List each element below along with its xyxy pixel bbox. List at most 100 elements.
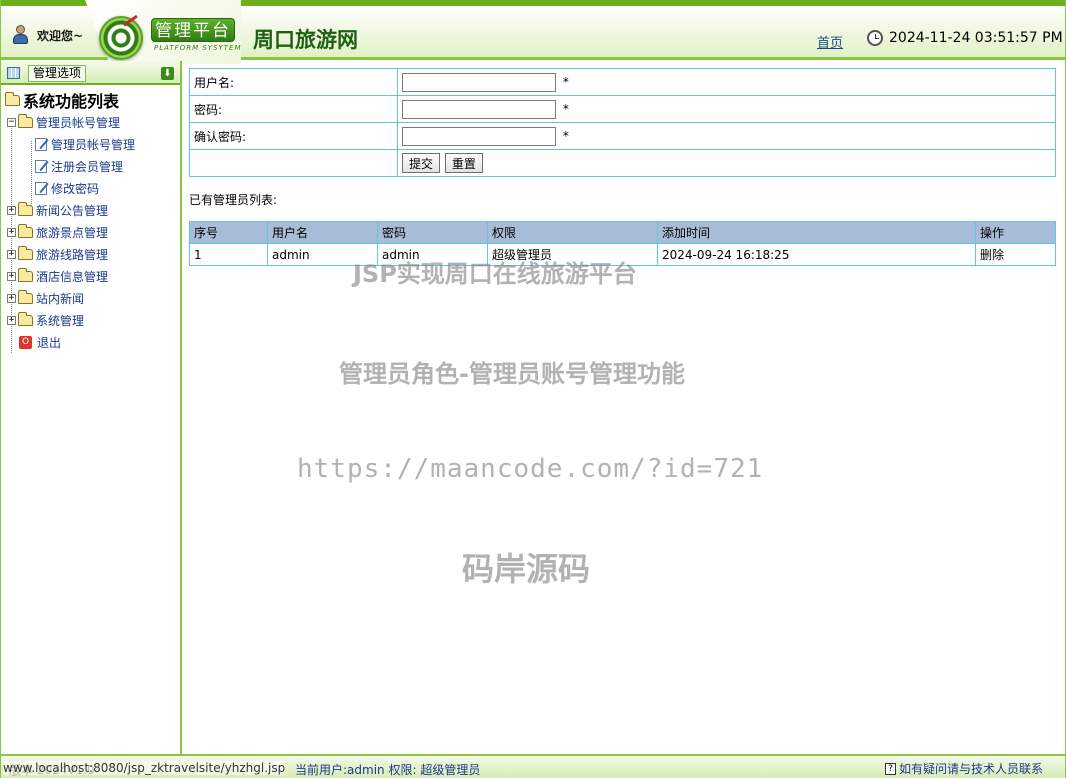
- folder-icon: [18, 201, 33, 216]
- sidebar-subitem-members[interactable]: 注册会员管理: [1, 155, 180, 177]
- delete-link[interactable]: 删除: [975, 243, 1056, 266]
- admin-page: 欢迎您~ 管理平台 PLATFORM SYSYTEM 周口旅游网 首页 2024…: [0, 0, 1066, 778]
- column-header-action: 操作: [975, 221, 1056, 244]
- sidebar-item-attractions[interactable]: + 旅游景点管理: [1, 221, 180, 243]
- edit-note-icon: [35, 159, 47, 173]
- sidebar: 管理选项 ⬇ 系统功能列表 − 管理员帐号管理 管理员帐号管理 注册会员管理 修…: [1, 61, 182, 754]
- help-text: 如有疑问请与技术人员联系: [898, 762, 1043, 776]
- sidebar-item-news[interactable]: + 新闻公告管理: [1, 199, 180, 221]
- collapse-down-icon[interactable]: ⬇: [161, 67, 174, 80]
- sidebar-header: 管理选项 ⬇: [1, 61, 180, 85]
- sidebar-item-label: 旅游景点管理: [36, 225, 109, 240]
- username-label: 用户名:: [189, 68, 398, 96]
- watermark-subtitle: 管理员角色-管理员账号管理功能: [339, 360, 685, 388]
- folder-icon: [18, 289, 33, 304]
- status-url: www.localhost:8080/jsp_zktravelsite/yhzh…: [3, 761, 286, 775]
- sidebar-item-label: 旅游线路管理: [36, 247, 109, 262]
- welcome-area: 欢迎您~: [11, 24, 83, 46]
- column-header-role: 权限: [487, 221, 658, 244]
- sidebar-item-label: 系统管理: [36, 313, 85, 328]
- expand-plus-icon[interactable]: +: [7, 293, 16, 303]
- expand-plus-icon[interactable]: +: [7, 249, 16, 259]
- expand-plus-icon[interactable]: +: [7, 271, 16, 281]
- password-label: 密码:: [189, 95, 398, 123]
- tree-root[interactable]: 系统功能列表: [1, 89, 180, 111]
- function-tree: 系统功能列表 − 管理员帐号管理 管理员帐号管理 注册会员管理 修改密码 + 新…: [1, 85, 180, 353]
- sidebar-item-label: 管理员帐号管理: [36, 115, 121, 130]
- sidebar-item-label: 退出: [37, 335, 62, 350]
- clock-icon: [867, 30, 883, 46]
- cell-role: 超级管理员: [487, 243, 658, 266]
- expand-plus-icon[interactable]: +: [7, 205, 16, 215]
- add-admin-form: 用户名: * 密码: * 确认密码: * 提交 重置: [189, 68, 1056, 177]
- tree-root-label: 系统功能列表: [23, 92, 120, 111]
- top-header: 欢迎您~ 管理平台 PLATFORM SYSYTEM 周口旅游网 首页 2024…: [1, 0, 1065, 64]
- sidebar-item-label: 站内新闻: [36, 291, 85, 306]
- cell-index: 1: [189, 243, 268, 266]
- help-icon: ?: [884, 762, 896, 775]
- confirm-password-label: 确认密码:: [189, 122, 398, 150]
- sidebar-subitem-label: 注册会员管理: [51, 159, 124, 174]
- expand-plus-icon[interactable]: +: [7, 227, 16, 237]
- help-link[interactable]: ? 如有疑问请与技术人员联系: [884, 760, 1043, 777]
- current-datetime: 2024-11-24 03:51:57 PM: [889, 30, 1063, 46]
- required-mark: *: [562, 74, 569, 89]
- user-icon: [11, 24, 31, 46]
- collapse-minus-icon[interactable]: −: [7, 117, 16, 127]
- options-label: 管理选项: [28, 65, 87, 82]
- welcome-text: 欢迎您~: [37, 28, 84, 43]
- target-logo-icon: [99, 14, 143, 60]
- sidebar-subitem-change-password[interactable]: 修改密码: [1, 177, 180, 199]
- username-input[interactable]: [402, 72, 556, 92]
- folder-icon: [18, 245, 33, 260]
- column-header-password: 密码: [377, 221, 488, 244]
- site-title: 周口旅游网: [253, 27, 358, 52]
- main-content: 用户名: * 密码: * 确认密码: * 提交 重置 已有管理员列表: 序号 用…: [189, 68, 1059, 266]
- watermark-brand: 码岸源码: [462, 550, 591, 588]
- current-user-info: 当前用户:admin 权限: 超级管理员: [295, 763, 481, 777]
- column-header-added-time: 添加时间: [657, 221, 976, 244]
- sidebar-item-routes[interactable]: + 旅游线路管理: [1, 243, 180, 265]
- folder-open-icon: [5, 91, 20, 106]
- cell-added-time: 2024-09-24 16:18:25: [657, 243, 976, 266]
- confirm-password-input[interactable]: [402, 126, 556, 146]
- cell-username: admin: [267, 243, 378, 266]
- clock-area: 2024-11-24 03:51:57 PM: [867, 30, 1063, 46]
- sidebar-subitem-label: 管理员帐号管理: [51, 137, 136, 152]
- submit-button[interactable]: 提交: [402, 153, 441, 173]
- sidebar-item-admin-accounts[interactable]: − 管理员帐号管理: [1, 111, 180, 133]
- sidebar-item-label: 新闻公告管理: [36, 203, 109, 218]
- folder-icon: [18, 113, 33, 128]
- sidebar-item-system[interactable]: + 系统管理: [1, 309, 180, 331]
- required-mark: *: [562, 128, 569, 143]
- sidebar-item-exit[interactable]: O 退出: [1, 331, 180, 353]
- platform-logo-subtitle: PLATFORM SYSYTEM: [154, 44, 242, 52]
- edit-note-icon: [35, 137, 47, 151]
- home-link[interactable]: 首页: [817, 32, 843, 51]
- admin-list-title: 已有管理员列表:: [189, 193, 278, 207]
- sidebar-item-hotels[interactable]: + 酒店信息管理: [1, 265, 180, 287]
- folder-icon: [18, 223, 33, 238]
- watermark-url: https://maancode.com/?id=721: [297, 454, 764, 484]
- edit-note-icon: [35, 181, 47, 195]
- expand-plus-icon[interactable]: +: [7, 315, 16, 325]
- required-mark: *: [562, 101, 569, 116]
- exit-icon: O: [19, 335, 32, 349]
- sidebar-subitem-admin-accounts[interactable]: 管理员帐号管理: [1, 133, 180, 155]
- table-row: 1 admin admin 超级管理员 2024-09-24 16:18:25 …: [189, 243, 1056, 266]
- password-input[interactable]: [402, 99, 556, 119]
- cell-password: admin: [377, 243, 488, 266]
- column-header-index: 序号: [189, 221, 268, 244]
- status-footer: 版本 2024V1.0 www.localhost:8080/jsp_zktra…: [1, 754, 1065, 778]
- reset-button[interactable]: 重置: [444, 153, 483, 173]
- sidebar-item-site-news[interactable]: + 站内新闻: [1, 287, 180, 309]
- calendar-icon: [7, 67, 20, 79]
- admin-list-table: 序号 用户名 密码 权限 添加时间 操作 1 admin admin 超级管理员…: [189, 221, 1056, 266]
- sidebar-subitem-label: 修改密码: [51, 181, 100, 196]
- column-header-username: 用户名: [267, 221, 378, 244]
- platform-logo-badge: 管理平台: [151, 18, 235, 42]
- folder-icon: [18, 267, 33, 282]
- table-header-row: 序号 用户名 密码 权限 添加时间 操作: [189, 221, 1056, 244]
- folder-icon: [18, 311, 33, 326]
- sidebar-item-label: 酒店信息管理: [36, 269, 109, 284]
